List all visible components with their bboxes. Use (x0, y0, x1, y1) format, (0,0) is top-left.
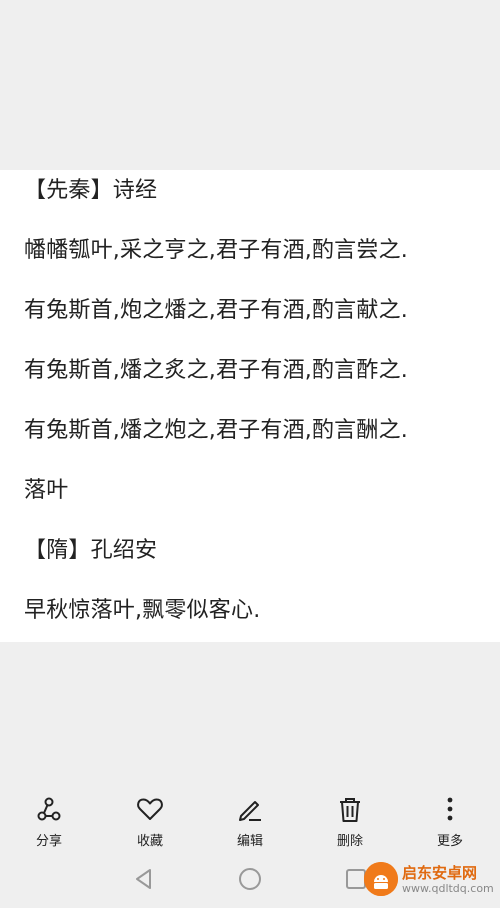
more-label: 更多 (436, 834, 463, 849)
delete-button[interactable]: 删除 (320, 794, 380, 850)
android-logo-icon (364, 862, 398, 896)
more-vertical-icon (447, 797, 453, 821)
share-button[interactable]: 分享 (19, 794, 79, 850)
delete-label: 删除 (336, 834, 363, 849)
content-line: 早秋惊落叶,飘零似客心. (24, 598, 261, 623)
more-button[interactable]: 更多 (420, 794, 480, 850)
watermark: 启东安卓网 www.qdltdq.com (364, 858, 494, 902)
content-line: 幡幡瓠叶,采之亨之,君子有酒,酌言尝之. (24, 238, 408, 263)
edit-label: 编辑 (236, 834, 263, 849)
content-line: 有兔斯首,燔之炙之,君子有酒,酌言酢之. (24, 358, 408, 383)
content-line-source: 【先秦】诗经 (24, 178, 158, 203)
share-icon (37, 797, 61, 821)
favorite-button[interactable]: 收藏 (120, 794, 180, 850)
screen: 【先秦】诗经 幡幡瓠叶,采之亨之,君子有酒,酌言尝之. 有兔斯首,炮之燔之,君子… (0, 0, 500, 908)
content-line: 有兔斯首,燔之炮之,君子有酒,酌言酬之. (24, 418, 408, 443)
content-line-source: 【隋】孔绍安 (24, 538, 158, 563)
bottom-toolbar: 分享 收藏 编辑 删除 更多 (0, 780, 500, 850)
pen-icon (239, 801, 261, 821)
note-content[interactable]: 【先秦】诗经 幡幡瓠叶,采之亨之,君子有酒,酌言尝之. 有兔斯首,炮之燔之,君子… (0, 170, 500, 642)
content-line: 有兔斯首,炮之燔之,君子有酒,酌言献之. (24, 298, 408, 323)
share-label: 分享 (35, 834, 62, 849)
trash-icon (340, 798, 360, 822)
watermark-logo (364, 862, 398, 896)
home-circle-icon[interactable] (237, 866, 263, 892)
watermark-title: 启东安卓网 (402, 864, 478, 882)
content-line-title: 落叶 (24, 478, 69, 503)
favorite-label: 收藏 (136, 834, 163, 849)
back-triangle-icon[interactable] (131, 866, 157, 892)
watermark-url: www.qdltdq.com (402, 882, 494, 895)
edit-button[interactable]: 编辑 (220, 794, 280, 850)
heart-icon (137, 798, 163, 820)
top-empty-area (0, 0, 500, 170)
